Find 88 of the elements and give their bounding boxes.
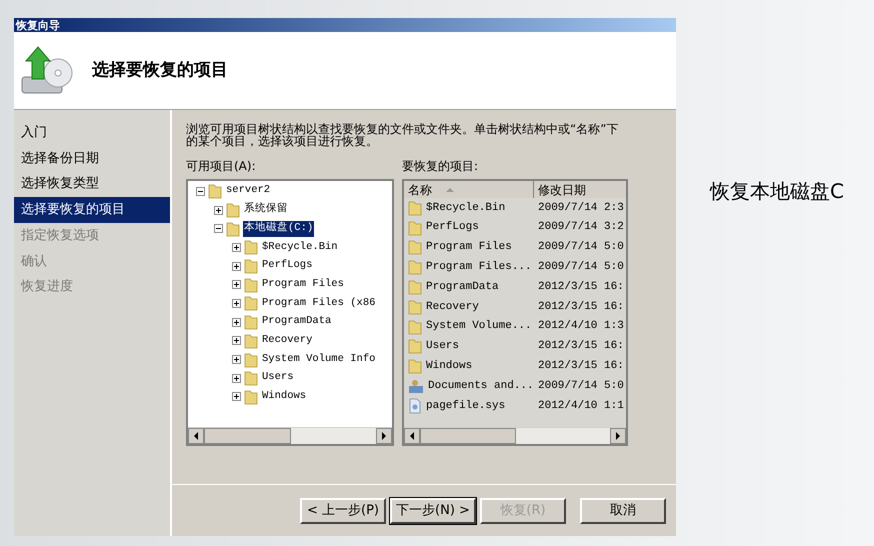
horizontal-scrollbar[interactable] [404, 427, 626, 444]
folder-icon [244, 314, 258, 330]
folder-icon [408, 298, 422, 315]
step-item[interactable]: 选择备份日期 [14, 146, 170, 172]
file-name[interactable]: $Recycle.Bin [426, 200, 506, 216]
folder-icon [244, 295, 258, 312]
available-items-label: 可用项目(A): [186, 158, 257, 175]
tree-item[interactable]: 系统保留 [243, 202, 289, 218]
wizard-button[interactable]: < 上一步(P) [300, 498, 386, 524]
sort-arrow-icon [446, 188, 454, 192]
expand-icon[interactable] [232, 242, 241, 252]
folder-icon [408, 358, 422, 374]
collapse-icon[interactable] [196, 186, 205, 196]
expand-icon[interactable] [232, 318, 241, 327]
expand-icon[interactable] [232, 392, 241, 402]
file-name[interactable]: Program Files... [426, 259, 532, 276]
folder-icon [244, 239, 258, 256]
tree-item[interactable]: Users [261, 370, 295, 386]
expand-icon[interactable] [214, 206, 223, 215]
step-item[interactable]: 选择恢复类型 [14, 171, 170, 198]
modified-date: 2012/4/10 1:3 [537, 319, 624, 334]
items-list[interactable] [402, 179, 628, 446]
folder-icon [226, 220, 240, 237]
wizard-button[interactable]: 下一步(N) > [390, 498, 476, 524]
folder-icon [244, 258, 258, 274]
column-header[interactable]: 修改日期 [534, 181, 626, 198]
file-name[interactable]: System Volume... [426, 318, 532, 335]
modified-date: 2012/3/15 16: [537, 339, 624, 354]
modified-date: 2012/3/15 16: [537, 359, 624, 374]
expand-icon[interactable] [232, 355, 241, 364]
file-name[interactable]: PerfLogs [426, 219, 479, 236]
folder-icon [244, 276, 258, 293]
page-heading: 选择要恢复的项目 [92, 58, 228, 82]
modified-date: 2009/7/14 5:0 [537, 240, 624, 256]
modified-date: 2009/7/14 3:2 [537, 220, 624, 236]
tree-item[interactable]: PerfLogs [261, 258, 314, 274]
tree-item[interactable]: System Volume Info [261, 352, 376, 368]
file-name[interactable]: pagefile.sys [426, 398, 506, 414]
expand-icon[interactable] [232, 298, 241, 308]
folder-icon [244, 332, 258, 349]
modified-date: 2012/4/10 1:1 [537, 398, 624, 414]
folder-icon [244, 352, 258, 368]
folder-icon [408, 259, 422, 276]
folder-icon [244, 370, 258, 386]
file-name[interactable]: Documents and... [428, 378, 534, 394]
tree-view[interactable]: server2 系统保留 本地磁盘(C:) $Recycle.Bin PerfLogs Program Files Program Files (x86 ProgramData Recovery System Volume Info Users Windows [186, 179, 394, 446]
wizard-button[interactable]: 取消 [580, 498, 666, 524]
instructions-text: 浏览可用项目树状结构以查找要恢复的文件或文件夹。单击树状结构中或“名称”下的某个项目，选择该项目进行恢复。 [186, 123, 620, 147]
expand-icon[interactable] [232, 262, 241, 271]
modified-date: 2009/7/14 5:0 [537, 260, 624, 276]
folder-icon [408, 220, 422, 236]
file-name[interactable]: Users [426, 338, 460, 355]
expand-icon[interactable] [232, 280, 241, 290]
step-item[interactable]: 入门 [14, 120, 170, 146]
expand-icon[interactable] [232, 336, 241, 346]
folder-icon [408, 200, 422, 216]
folder-icon [408, 338, 422, 354]
folder-icon [408, 279, 422, 296]
expand-icon[interactable] [232, 374, 241, 383]
step-item[interactable]: 选择要恢复的项目 [14, 197, 170, 223]
user-folder-icon [408, 378, 424, 394]
file-name[interactable]: Program Files [426, 239, 512, 256]
modified-date: 2012/3/15 16: [537, 280, 624, 295]
slide-caption: 恢复本地磁盘C [710, 178, 844, 205]
window-title: 恢复向导 [16, 20, 60, 32]
tree-item[interactable]: 本地磁盘(C:) [243, 220, 314, 237]
tree-item[interactable]: server2 [225, 183, 272, 200]
modified-date: 2009/7/14 5:0 [537, 378, 624, 394]
file-name[interactable]: ProgramData [426, 278, 499, 296]
file-name[interactable]: Windows [426, 358, 472, 375]
folder-icon [244, 388, 258, 405]
folder-icon [408, 239, 422, 256]
folder-icon [226, 202, 240, 218]
tree-item[interactable]: Recovery [261, 332, 314, 349]
tree-item[interactable]: Windows [261, 389, 308, 405]
file-icon [408, 398, 422, 414]
tree-item[interactable]: Program Files [261, 276, 345, 293]
file-name[interactable]: Recovery [426, 298, 479, 316]
collapse-icon[interactable] [214, 224, 223, 234]
folder-icon [408, 318, 422, 335]
horizontal-scrollbar[interactable] [188, 427, 392, 444]
tree-item[interactable]: Program Files (x86 [261, 296, 376, 312]
tree-item[interactable]: $Recycle.Bin [261, 240, 339, 256]
modified-date: 2009/7/14 2:3 [537, 200, 624, 216]
folder-icon [208, 183, 222, 200]
modified-date: 2012/3/15 16: [537, 300, 624, 315]
items-to-restore-label: 要恢复的项目: [402, 158, 480, 175]
tree-item[interactable]: ProgramData [261, 314, 332, 330]
